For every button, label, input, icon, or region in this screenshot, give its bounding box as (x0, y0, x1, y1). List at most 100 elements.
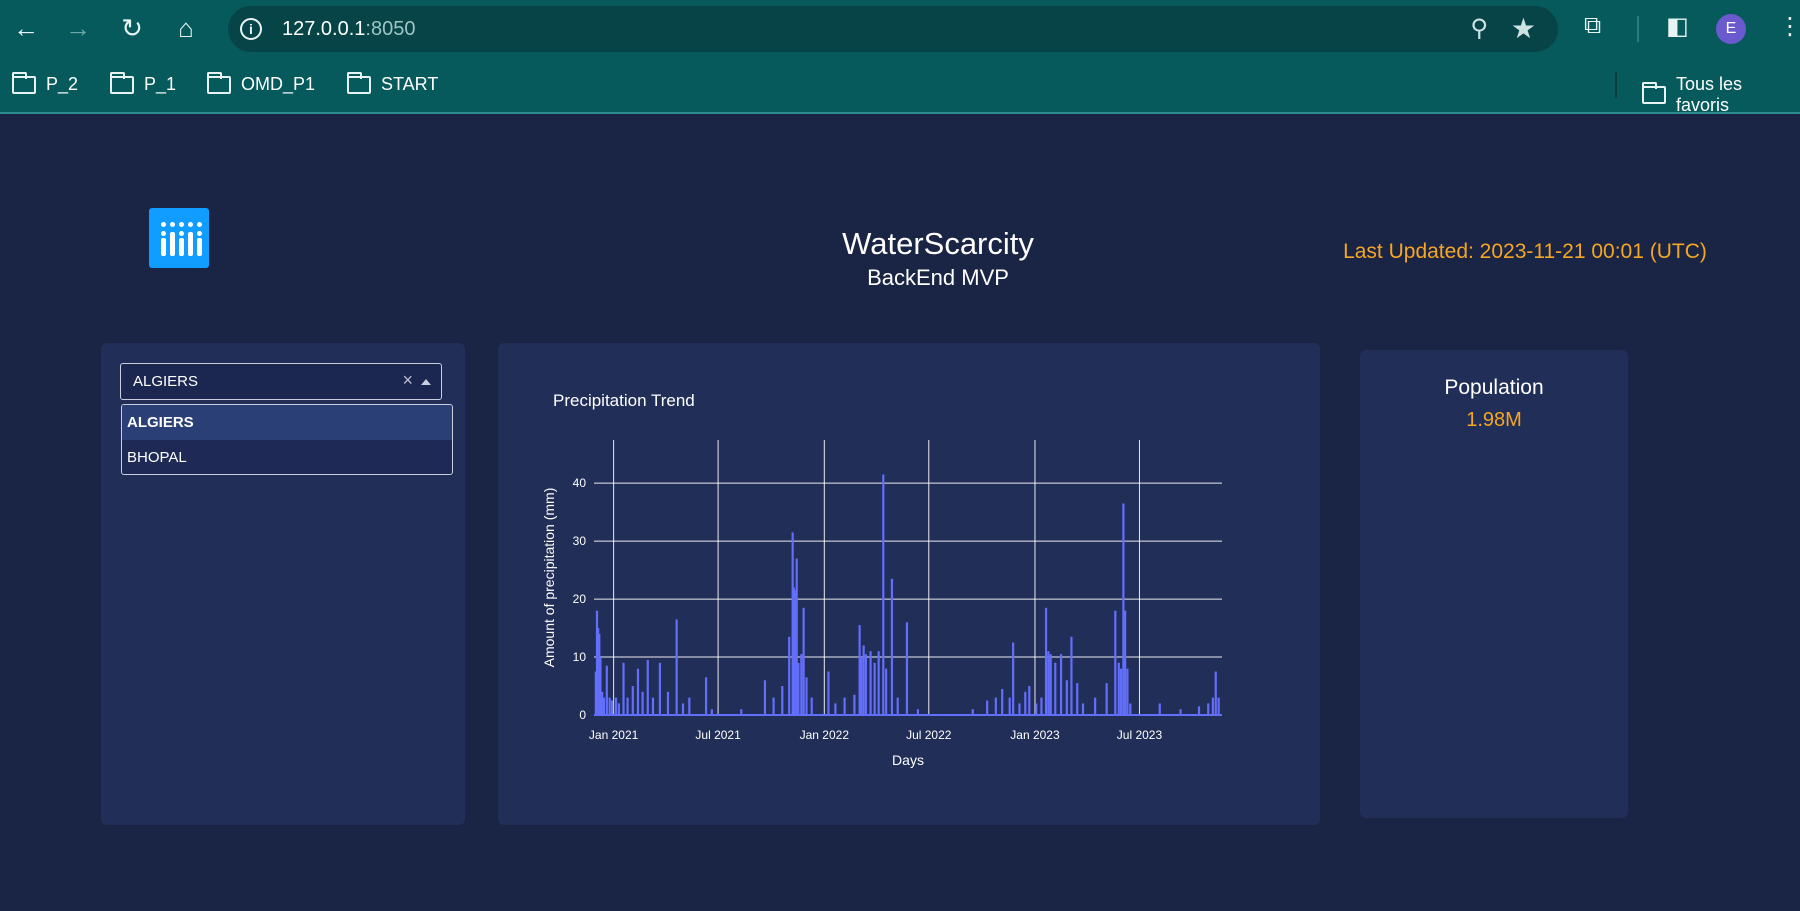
precip-bar (860, 657, 863, 715)
precip-bar (688, 697, 691, 715)
precip-bar (843, 697, 846, 715)
precip-bar (1040, 697, 1043, 715)
forward-arrow-icon[interactable]: → (60, 10, 96, 46)
extensions-icon[interactable]: ⧉ (1584, 12, 1601, 40)
precip-bar (1047, 651, 1050, 715)
y-tick-label: 0 (579, 708, 586, 722)
precip-bar (1158, 703, 1161, 715)
caret-up-icon[interactable] (421, 379, 431, 385)
folder-icon (207, 71, 231, 94)
dropdown-option[interactable]: BHOPAL (122, 440, 452, 474)
precip-bar (1035, 703, 1038, 715)
precip-bar (1070, 636, 1073, 715)
precip-bar (1028, 686, 1031, 715)
precipitation-chart[interactable]: 0 10 20 30 40 Jan 2021 Jul 2021 Jan 2022 Jul 202… (498, 343, 1320, 825)
precip-bar (617, 703, 621, 715)
bookmark-folder[interactable]: OMD_P1 (207, 71, 315, 95)
precip-bar (1114, 610, 1117, 715)
precip-bar (1049, 654, 1052, 715)
precip-bar (1024, 691, 1027, 715)
side-panel-icon[interactable]: ◧ (1666, 12, 1689, 41)
x-tick-label: Jul 2022 (906, 728, 952, 742)
menu-dots-icon[interactable]: ⋮ (1778, 12, 1800, 41)
precip-bar (636, 668, 640, 715)
reload-icon[interactable]: ↻ (114, 10, 150, 46)
profile-avatar[interactable]: E (1716, 14, 1746, 44)
precip-bar (1059, 654, 1063, 715)
precip-bar (1018, 703, 1021, 715)
y-tick-label: 10 (573, 650, 587, 664)
precip-bar (658, 662, 662, 715)
precip-bar (827, 671, 830, 715)
x-tick-label: Jul 2021 (695, 728, 741, 742)
precip-bar (1094, 697, 1097, 715)
site-info-icon[interactable]: i (240, 18, 262, 40)
city-dropdown[interactable]: ALGIERS × (120, 363, 442, 400)
precip-bar (1105, 683, 1108, 715)
y-tick-label: 20 (573, 592, 587, 606)
y-axis-title: Amount of precipitation (mm) (541, 488, 557, 668)
bookmarks-divider (1615, 72, 1617, 98)
precip-bar (1217, 697, 1220, 715)
precip-bar (1129, 703, 1132, 715)
precip-bar (862, 645, 865, 715)
precip-bar (788, 636, 791, 715)
browser-toolbar: ← → ↻ ⌂ i 127.0.0.1:8050 ⚲ ★ ⧉ ◧ E ⋮ (0, 0, 1800, 58)
precip-bar (602, 697, 606, 715)
bookmark-folder[interactable]: P_2 (12, 71, 78, 95)
precip-bar (834, 703, 837, 715)
precip-bar (1197, 706, 1201, 715)
precip-bar (666, 691, 670, 715)
precip-bar (1211, 697, 1214, 715)
population-value: 1.98M (1466, 409, 1522, 431)
y-tick-label: 40 (573, 476, 587, 490)
precip-bar (1065, 680, 1068, 715)
precip-bar (1126, 668, 1129, 715)
address-bar[interactable]: i 127.0.0.1:8050 ⚲ ★ (228, 6, 1558, 52)
back-arrow-icon[interactable]: ← (8, 10, 44, 46)
folder-icon (347, 71, 371, 94)
precip-bar (994, 697, 997, 715)
precip-bar (1076, 683, 1079, 715)
url-text[interactable]: 127.0.0.1:8050 (282, 18, 415, 41)
precip-bar (622, 662, 625, 715)
bookmark-folder[interactable]: START (347, 71, 438, 95)
all-bookmarks-folder[interactable]: Tous les favoris (1642, 74, 1800, 116)
clear-selection-icon[interactable]: × (402, 370, 413, 391)
zoom-icon[interactable]: ⚲ (1470, 14, 1488, 43)
home-icon[interactable]: ⌂ (168, 10, 204, 46)
precip-bar (704, 677, 708, 715)
precip-bar (681, 703, 685, 715)
toolbar-divider (1637, 16, 1639, 42)
app-subtitle: BackEnd MVP (867, 265, 1009, 290)
precip-bar (641, 691, 644, 715)
folder-icon (12, 71, 36, 94)
precip-bar (608, 697, 611, 715)
precip-bar (646, 659, 649, 715)
y-tick-label: 30 (573, 534, 587, 548)
dropdown-option[interactable]: ALGIERS (122, 405, 452, 440)
precip-bar (610, 700, 614, 715)
bookmark-star-icon[interactable]: ★ (1511, 12, 1536, 45)
precip-bar (1081, 703, 1085, 715)
precip-bar (885, 668, 888, 715)
precip-bar (986, 700, 989, 715)
precip-bar (810, 697, 813, 715)
precip-bar (869, 651, 872, 715)
precip-bar (1119, 668, 1123, 715)
precip-bar (1044, 607, 1048, 715)
bookmarks-bar: P_2 P_1 OMD_P1 START Tous les favoris (0, 58, 1800, 116)
precip-bar (1214, 671, 1217, 715)
bookmark-folder[interactable]: P_1 (110, 71, 176, 95)
precip-bar (1008, 697, 1011, 715)
x-axis-title: Days (892, 752, 924, 768)
precip-bar (905, 622, 909, 715)
precip-bar (675, 619, 678, 715)
app-title: WaterScarcity (842, 226, 1034, 261)
precip-bar (772, 697, 775, 715)
precip-bar (805, 677, 808, 715)
precip-bar (781, 686, 784, 715)
dash-logo (149, 208, 209, 268)
precip-bar (1124, 610, 1127, 715)
precip-bar (651, 697, 655, 715)
